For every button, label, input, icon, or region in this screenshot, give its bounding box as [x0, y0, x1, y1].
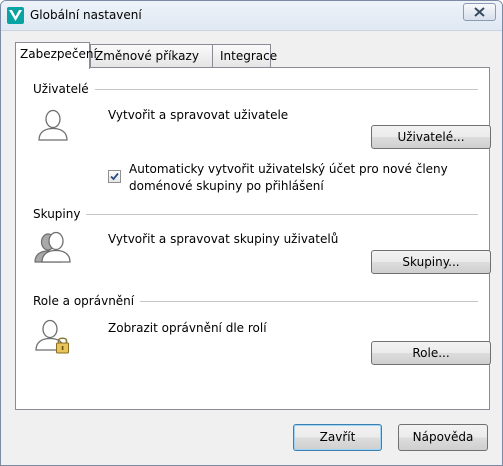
checkmark-icon — [110, 172, 119, 181]
roles-description: Zobrazit oprávnění dle rolí — [108, 321, 267, 335]
tab-label: Integrace — [220, 49, 278, 63]
roles-button[interactable]: Role... — [371, 341, 491, 365]
tab-label: Změnové příkazy — [95, 49, 199, 63]
groups-description: Vytvořit a spravovat skupiny uživatelů — [108, 232, 339, 246]
user-group-icon — [33, 228, 73, 268]
close-window-button[interactable] — [463, 3, 496, 21]
section-divider — [33, 214, 478, 215]
window-title: Globální nastavení — [30, 8, 142, 22]
auto-create-account-checkbox[interactable] — [108, 170, 121, 183]
tab-zmenove-prikazy[interactable]: Změnové příkazy — [90, 44, 213, 68]
user-icon — [33, 106, 73, 146]
user-lock-icon — [33, 316, 73, 356]
tab-zabezpeceni[interactable]: Zabezpečení — [15, 42, 97, 69]
app-logo-icon — [7, 7, 24, 24]
users-section-title: Uživatelé — [33, 82, 95, 96]
close-icon — [474, 7, 485, 17]
help-button[interactable]: Nápověda — [398, 424, 488, 451]
auto-create-account-label[interactable]: Automaticky vytvořit uživatelský účet pr… — [129, 161, 469, 195]
users-description: Vytvořit a spravovat uživatele — [108, 108, 289, 122]
groups-section-title: Skupiny — [33, 207, 87, 221]
roles-section-title: Role a oprávnění — [33, 294, 141, 308]
groups-button[interactable]: Skupiny... — [371, 250, 491, 274]
users-button[interactable]: Uživatelé... — [371, 125, 491, 149]
title-bar: Globální nastavení — [1, 1, 502, 31]
tab-label: Zabezpečení — [20, 47, 97, 61]
section-divider — [33, 89, 478, 90]
global-settings-dialog: Globální nastavení Integrace Změnové pří… — [0, 0, 503, 466]
close-button[interactable]: Zavřít — [293, 424, 382, 451]
security-tab-panel: Uživatelé Vytvořit a spravovat uživatele… — [15, 67, 491, 410]
